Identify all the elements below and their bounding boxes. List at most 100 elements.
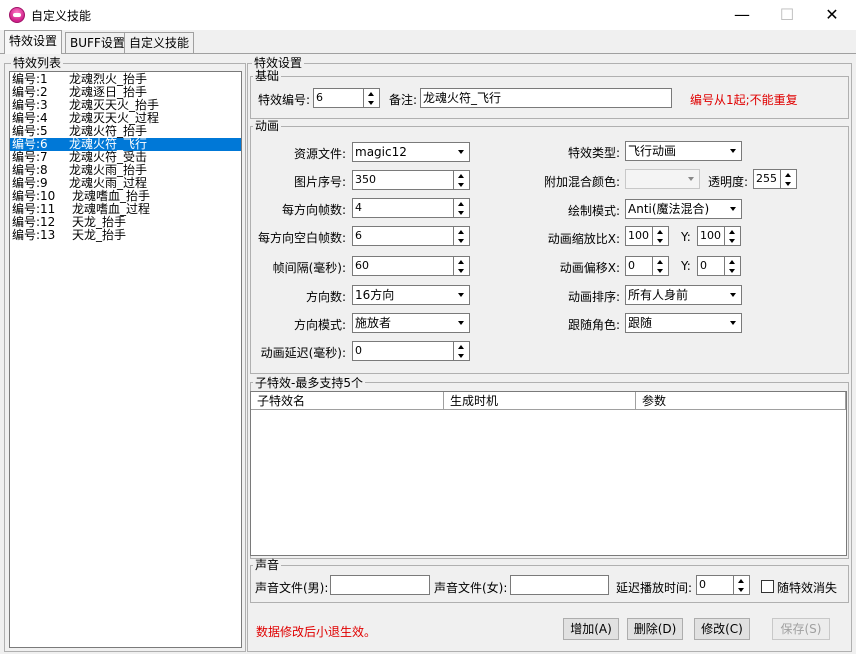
direction-count-value: 16方向 xyxy=(355,288,395,302)
resource-file-label: 资源文件: xyxy=(293,147,346,161)
chevron-down-icon xyxy=(453,314,469,332)
effect-id-label: 特效编号: xyxy=(258,93,311,107)
scale-x-spinner[interactable] xyxy=(653,226,669,246)
sound-male-label: 声音文件(男): xyxy=(255,581,329,595)
chevron-down-icon xyxy=(453,286,469,304)
add-button[interactable]: 增加(A) xyxy=(563,618,619,640)
follow-value: 跟随 xyxy=(628,316,653,330)
resource-file-value: magic12 xyxy=(355,145,407,159)
list-item-name: 天龙_抬手 xyxy=(72,228,127,242)
effect-list-title: 特效列表 xyxy=(11,56,64,70)
sound-delay-spinner[interactable] xyxy=(734,575,750,595)
sound-title: 声音 xyxy=(253,558,282,572)
list-item[interactable]: 编号:13 天龙_抬手 xyxy=(10,229,241,242)
opacity-input[interactable]: 255 xyxy=(753,169,781,189)
effect-id-spinner[interactable] xyxy=(364,88,380,108)
direction-mode-select[interactable]: 施放者 xyxy=(352,313,470,333)
scale-y-spinner[interactable] xyxy=(725,226,741,246)
notice-text: 数据修改后小退生效。 xyxy=(256,625,377,639)
anim-delay-spinner[interactable] xyxy=(454,341,470,361)
chevron-down-icon xyxy=(725,286,741,304)
delete-button[interactable]: 删除(D) xyxy=(627,618,683,640)
column-parameters[interactable]: 参数 xyxy=(636,392,846,410)
sound-female-input[interactable] xyxy=(510,575,609,595)
frames-per-dir-spinner[interactable] xyxy=(454,198,470,218)
direction-mode-value: 施放者 xyxy=(355,316,392,330)
effect-type-label: 特效类型: xyxy=(567,146,620,160)
effect-type-select[interactable]: 飞行动画 xyxy=(625,141,742,161)
image-index-input[interactable]: 350 xyxy=(352,170,454,190)
opacity-spinner[interactable] xyxy=(781,169,797,189)
offset-x-spinner[interactable] xyxy=(653,256,669,276)
frame-interval-input[interactable]: 60 xyxy=(352,256,454,276)
blank-frames-label: 每方向空白帧数: xyxy=(257,231,346,245)
follow-select[interactable]: 跟随 xyxy=(625,313,742,333)
basic-title: 基础 xyxy=(253,69,282,83)
settings-title: 特效设置 xyxy=(252,56,305,70)
frames-per-dir-label: 每方向帧数: xyxy=(281,203,346,217)
follow-label: 跟随角色: xyxy=(567,318,620,332)
chevron-down-icon xyxy=(725,314,741,332)
offset-y-label: Y: xyxy=(681,259,691,273)
scale-y-input[interactable]: 100 xyxy=(697,226,725,246)
sound-delay-input[interactable]: 0 xyxy=(696,575,734,595)
order-label: 动画排序: xyxy=(567,290,620,304)
direction-count-label: 方向数: xyxy=(305,290,346,304)
chevron-down-icon xyxy=(725,142,741,160)
chevron-down-icon xyxy=(725,200,741,218)
opacity-label: 透明度: xyxy=(708,175,749,189)
sub-effects-table[interactable]: 子特效名 生成时机 参数 xyxy=(250,391,847,556)
frame-interval-spinner[interactable] xyxy=(454,256,470,276)
effect-type-value: 飞行动画 xyxy=(628,144,677,158)
save-button[interactable]: 保存(S) xyxy=(772,618,830,640)
offset-y-spinner[interactable] xyxy=(725,256,741,276)
scale-x-input[interactable]: 100 xyxy=(625,226,653,246)
anim-delay-input[interactable]: 0 xyxy=(352,341,454,361)
animation-title: 动画 xyxy=(253,119,282,133)
image-index-label: 图片序号: xyxy=(293,175,346,189)
chevron-down-icon xyxy=(683,170,699,188)
minimize-button[interactable]: — xyxy=(719,0,765,30)
frames-per-dir-input[interactable]: 4 xyxy=(352,198,454,218)
close-button[interactable]: ✕ xyxy=(809,0,855,30)
app-icon xyxy=(9,7,25,23)
offset-x-label: 动画偏移X: xyxy=(559,261,620,275)
column-spawn-timing[interactable]: 生成时机 xyxy=(444,392,636,410)
blend-color-select[interactable] xyxy=(625,169,700,189)
tab-custom-skill[interactable]: 自定义技能 xyxy=(124,32,195,53)
sound-female-label: 声音文件(女): xyxy=(434,581,508,595)
list-item-number: 编号:13 xyxy=(12,228,56,242)
tab-buff-settings[interactable]: BUFF设置 xyxy=(65,32,130,53)
anim-delay-label: 动画延迟(毫秒): xyxy=(260,346,346,360)
modify-button[interactable]: 修改(C) xyxy=(694,618,750,640)
sub-effects-title: 子特效-最多支持5个 xyxy=(253,376,365,390)
scale-x-label: 动画缩放比X: xyxy=(547,232,620,246)
sound-delay-label: 延迟播放时间: xyxy=(616,581,693,595)
image-index-spinner[interactable] xyxy=(454,170,470,190)
blank-frames-input[interactable]: 6 xyxy=(352,226,454,246)
tab-effect-settings[interactable]: 特效设置 xyxy=(4,30,63,54)
draw-mode-value: Anti(魔法混合) xyxy=(628,202,710,216)
draw-mode-label: 绘制模式: xyxy=(567,204,620,218)
blend-color-label: 附加混合颜色: xyxy=(543,175,620,189)
tab-divider xyxy=(0,53,856,54)
sound-male-input[interactable] xyxy=(330,575,430,595)
maximize-button[interactable]: ☐ xyxy=(764,0,810,30)
vanish-checkbox[interactable] xyxy=(761,580,774,593)
resource-file-select[interactable]: magic12 xyxy=(352,142,470,162)
note-input[interactable]: 龙魂火符_飞行 xyxy=(420,88,672,108)
draw-mode-select[interactable]: Anti(魔法混合) xyxy=(625,199,742,219)
blank-frames-spinner[interactable] xyxy=(454,226,470,246)
vanish-label: 随特效消失 xyxy=(777,581,838,595)
note-label: 备注: xyxy=(389,93,418,107)
chevron-down-icon xyxy=(453,143,469,161)
effect-id-input[interactable]: 6 xyxy=(313,88,364,108)
effect-list[interactable]: 编号:1 龙魂烈火_抬手 编号:2 龙魂逐日_抬手 编号:3 龙魂灭天火_抬手 编号:4 龙魂… xyxy=(9,71,242,648)
direction-count-select[interactable]: 16方向 xyxy=(352,285,470,305)
offset-y-input[interactable]: 0 xyxy=(697,256,725,276)
id-hint: 编号从1起;不能重复 xyxy=(690,93,798,107)
order-select[interactable]: 所有人身前 xyxy=(625,285,742,305)
column-sub-effect-name[interactable]: 子特效名 xyxy=(251,392,444,410)
offset-x-input[interactable]: 0 xyxy=(625,256,653,276)
animation-group xyxy=(250,126,849,374)
